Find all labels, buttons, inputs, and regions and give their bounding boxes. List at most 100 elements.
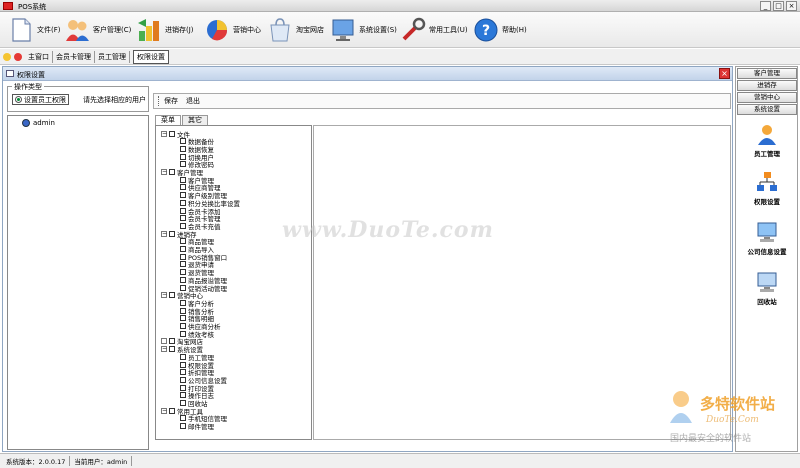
toolbar-label: 营销中心: [233, 26, 261, 34]
toolbar-label: 客户管理(C): [93, 26, 132, 34]
stop-icon[interactable]: [14, 52, 22, 61]
checkbox[interactable]: [180, 423, 186, 430]
checkbox[interactable]: [180, 369, 186, 376]
toolbar-label: 进销存(J): [165, 26, 194, 34]
shopping-bag-icon: [267, 17, 293, 43]
tab-permissions[interactable]: 权限设置: [133, 49, 169, 64]
watermark-logo: 多特软件站 DuoTe.Com 国内最安全的软件站: [664, 387, 798, 451]
tab-staff[interactable]: 员工管理: [95, 50, 130, 63]
expander-icon[interactable]: [161, 338, 167, 345]
sidebar-label: 公司信息设置: [747, 248, 787, 256]
star-icon[interactable]: [3, 52, 11, 61]
checkbox[interactable]: [180, 261, 186, 268]
expander-icon[interactable]: −: [161, 346, 167, 353]
toolbar-stock-button[interactable]: 进销存(J): [136, 15, 194, 45]
minimize-icon[interactable]: _: [760, 1, 771, 11]
stock-icon: [136, 17, 162, 43]
tab-menu[interactable]: 菜单: [155, 115, 181, 125]
checkbox[interactable]: [180, 246, 186, 252]
tab-other[interactable]: 其它: [182, 115, 208, 125]
tree-item[interactable]: 邮件管理: [180, 423, 214, 432]
toolbar-file-button[interactable]: 文件(F): [8, 15, 61, 45]
sidebar-item-company-info[interactable]: 公司信息设置: [736, 221, 798, 256]
checkbox[interactable]: [180, 415, 186, 422]
tab-member-card[interactable]: 会员卡管理: [53, 50, 95, 63]
checkbox[interactable]: [180, 176, 186, 183]
checkbox[interactable]: [180, 323, 186, 329]
checkbox[interactable]: [169, 346, 175, 353]
exit-button[interactable]: 退出: [186, 96, 200, 106]
toolbar-customer-button[interactable]: 客户管理(C): [64, 15, 131, 45]
checkbox[interactable]: [180, 376, 186, 383]
panel-title: 权限设置: [17, 71, 45, 79]
main-toolbar: 文件(F) 客户管理(C) 进销存(J) 营销中心 淘宝网店 系统设置(S) 常…: [0, 12, 800, 48]
expander-icon[interactable]: −: [161, 169, 167, 175]
watermark-url: DuoTe.Com: [706, 415, 759, 425]
checkbox[interactable]: [180, 253, 186, 260]
expander-icon[interactable]: −: [161, 292, 167, 299]
sidebar-tab-customer[interactable]: 客户管理: [737, 68, 797, 79]
tab-main[interactable]: 主窗口: [25, 50, 53, 63]
checkbox[interactable]: [180, 238, 186, 245]
toolbar-taobao-button[interactable]: 淘宝网店: [267, 15, 324, 45]
status-version: 系统版本：2.0.0.17: [2, 456, 71, 466]
checkbox[interactable]: [180, 184, 186, 191]
toolbar-tools-button[interactable]: 常用工具(U): [400, 15, 468, 45]
user-item-admin[interactable]: admin: [22, 119, 55, 127]
app-icon: [3, 2, 13, 10]
sidebar-item-staff[interactable]: 员工管理: [736, 123, 798, 158]
expander-icon[interactable]: −: [161, 407, 167, 414]
toolbar-label: 文件(F): [37, 26, 61, 34]
checkbox[interactable]: [169, 407, 175, 414]
tree-group[interactable]: − 文件: [161, 130, 190, 139]
checkbox[interactable]: [169, 130, 175, 137]
sidebar-item-permissions[interactable]: 权限设置: [736, 171, 798, 206]
sidebar-item-recycle-bin[interactable]: 回收站: [736, 271, 798, 306]
user-list[interactable]: admin: [7, 115, 149, 450]
panel-close-icon[interactable]: ×: [719, 68, 730, 79]
title-bar: POS系统 _ □ ×: [0, 0, 800, 12]
checkbox[interactable]: [180, 361, 186, 368]
permission-tree[interactable]: − 文件 数据备份 数据恢复 切换用户 修改密码 − 客户管理 客户管理 供应商管理 客户级别管理积…: [155, 125, 312, 440]
checkbox[interactable]: [169, 230, 175, 237]
expander-icon[interactable]: −: [161, 230, 167, 237]
save-button[interactable]: 保存: [164, 96, 178, 106]
checkbox[interactable]: [180, 192, 186, 199]
checkbox[interactable]: [180, 153, 186, 160]
toolbar-label: 系统设置(S): [359, 26, 397, 34]
maximize-icon[interactable]: □: [773, 1, 784, 11]
tree-item-label: 邮件管理: [188, 423, 214, 432]
toolbar-marketing-button[interactable]: 营销中心: [204, 15, 261, 45]
checkbox[interactable]: [180, 353, 186, 360]
checkbox[interactable]: [169, 169, 175, 175]
checkbox[interactable]: [180, 315, 186, 322]
checkbox[interactable]: [180, 392, 186, 399]
checkbox[interactable]: [180, 269, 186, 276]
checkbox[interactable]: [169, 338, 175, 345]
checkbox[interactable]: [180, 199, 186, 206]
toolbar-system-button[interactable]: 系统设置(S): [330, 15, 397, 45]
checkbox[interactable]: [180, 384, 186, 391]
sidebar-tab-stock[interactable]: 进销存: [737, 80, 797, 91]
checkbox[interactable]: [180, 145, 186, 152]
checkbox[interactable]: [169, 292, 175, 299]
checkbox[interactable]: [180, 299, 186, 306]
user-name: admin: [33, 119, 55, 127]
expander-icon[interactable]: −: [161, 130, 167, 137]
checkbox[interactable]: [180, 276, 186, 283]
sidebar-tab-marketing[interactable]: 营销中心: [737, 92, 797, 103]
checkbox[interactable]: [180, 307, 186, 314]
checkbox[interactable]: [180, 207, 186, 214]
watermark-slogan: 国内最安全的软件站: [670, 434, 752, 444]
toolbar-help-button[interactable]: ? 帮助(H): [473, 15, 527, 45]
window-tabs-bar: 主窗口 会员卡管理 员工管理 权限设置: [0, 49, 800, 65]
checkbox[interactable]: [180, 215, 186, 222]
monitor-icon: [330, 17, 356, 43]
inner-tabs: 菜单 其它: [155, 115, 209, 125]
checkbox[interactable]: [180, 138, 186, 145]
sidebar-tab-system[interactable]: 系统设置: [737, 104, 797, 115]
set-staff-permission-radio[interactable]: 设置员工权限: [12, 94, 69, 105]
user-icon: [22, 119, 30, 127]
recycle-bin-icon: [756, 271, 778, 293]
close-icon[interactable]: ×: [786, 1, 797, 11]
